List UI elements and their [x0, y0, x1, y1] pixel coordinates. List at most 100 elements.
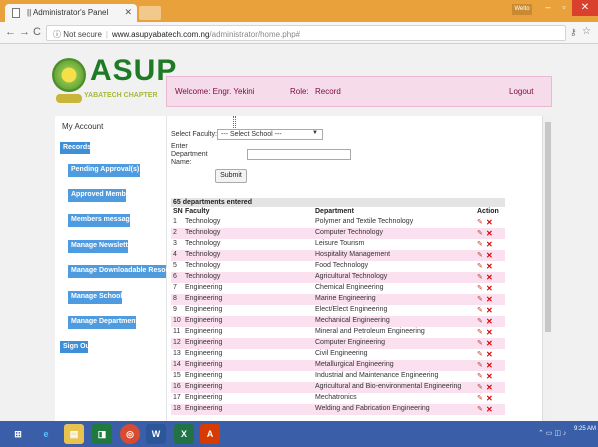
delete-x-icon[interactable]: ✕ — [486, 383, 493, 392]
delete-x-icon[interactable]: ✕ — [486, 284, 493, 293]
window-close-icon[interactable]: ✕ — [572, 0, 598, 16]
new-tab-button[interactable] — [139, 6, 161, 20]
edit-pencil-icon[interactable]: ✎ — [477, 394, 483, 402]
url-field[interactable]: ⓘ Not secure | www.asupyabatech.com.ng/adm… — [46, 25, 566, 41]
asup-logo[interactable]: ASUP YABATECH CHAPTER — [48, 54, 176, 109]
row-sn: 2 — [173, 229, 177, 236]
row-sn: 6 — [173, 273, 177, 280]
faculty-select[interactable]: --- Select School --- ▼ — [217, 129, 323, 140]
sidebar-sign-out[interactable]: Sign Out — [60, 341, 92, 353]
delete-x-icon[interactable]: ✕ — [486, 240, 493, 249]
excel-icon[interactable]: X — [174, 424, 194, 444]
scrollbar-thumb[interactable] — [545, 122, 551, 332]
maximize-icon[interactable]: ▫ — [556, 2, 572, 12]
document-icon — [12, 8, 20, 18]
edit-pencil-icon[interactable]: ✎ — [477, 405, 483, 413]
edit-pencil-icon[interactable]: ✎ — [477, 273, 483, 281]
sidebar-item-manage-departments[interactable]: Manage Departments — [68, 316, 142, 329]
row-faculty: Engineering — [185, 405, 223, 412]
browser-tab[interactable]: || Administrator's Panel ✕ — [5, 4, 137, 22]
edit-pencil-icon[interactable]: ✎ — [477, 229, 483, 237]
info-icon[interactable]: ⓘ — [53, 30, 63, 39]
delete-x-icon[interactable]: ✕ — [486, 405, 493, 414]
file-explorer-icon[interactable]: ▤ — [64, 424, 84, 444]
table-row: 6 Technology Agricultural Technology ✎ ✕ — [171, 272, 505, 283]
sidebar-item-approved-members[interactable]: Approved Members — [68, 189, 136, 202]
edit-pencil-icon[interactable]: ✎ — [477, 295, 483, 303]
department-name-input[interactable] — [247, 149, 351, 160]
logout-link[interactable]: Logout — [509, 87, 533, 96]
row-department: Elect/Elect Engineering — [315, 306, 388, 313]
column-sn: SN — [173, 208, 183, 215]
delete-x-icon[interactable]: ✕ — [486, 262, 493, 271]
word-icon[interactable]: W — [146, 424, 166, 444]
delete-x-icon[interactable]: ✕ — [486, 218, 493, 227]
sidebar-item-manage-downloadable-resources[interactable]: Manage Downloadable Resources — [68, 265, 184, 278]
table-row: 11 Engineering Mineral and Petroleum Eng… — [171, 327, 505, 338]
chrome-icon[interactable]: ◎ — [120, 424, 140, 444]
internet-explorer-icon[interactable]: e — [36, 424, 56, 444]
sidebar-records[interactable]: Records — [60, 142, 91, 154]
security-status: Not secure — [63, 30, 102, 39]
delete-x-icon[interactable]: ✕ — [486, 394, 493, 403]
row-sn: 7 — [173, 284, 177, 291]
acrobat-icon[interactable]: A — [200, 424, 220, 444]
green-app-icon[interactable]: ◨ — [92, 424, 112, 444]
sidebar-item-manage-newsletter[interactable]: Manage Newsletter — [68, 240, 134, 253]
profile-badge[interactable]: Welto — [512, 4, 532, 15]
faculty-label: Select Faculty: — [171, 131, 217, 138]
edit-pencil-icon[interactable]: ✎ — [477, 262, 483, 270]
role-value: Record — [315, 87, 341, 96]
edit-pencil-icon[interactable]: ✎ — [477, 350, 483, 358]
row-faculty: Engineering — [185, 350, 223, 357]
delete-x-icon[interactable]: ✕ — [486, 350, 493, 359]
key-icon[interactable]: ⚷ — [570, 27, 577, 38]
windows-start-icon[interactable]: ⊞ — [8, 424, 28, 444]
delete-x-icon[interactable]: ✕ — [486, 339, 493, 348]
edit-pencil-icon[interactable]: ✎ — [477, 372, 483, 380]
close-tab-icon[interactable]: ✕ — [124, 7, 132, 18]
forward-arrow-icon[interactable]: → — [19, 26, 30, 38]
faculty-select-value: --- Select School --- — [221, 131, 282, 138]
departments-count: 65 departments entered — [171, 198, 505, 207]
sidebar-item-members-messages[interactable]: Members messages — [68, 214, 138, 227]
sidebar-item-pending-approvals[interactable]: Pending Approval(s) — [68, 164, 140, 177]
delete-x-icon[interactable]: ✕ — [486, 229, 493, 238]
edit-pencil-icon[interactable]: ✎ — [477, 240, 483, 248]
edit-pencil-icon[interactable]: ✎ — [477, 361, 483, 369]
table-row: 14 Engineering Metallurgical Engineering… — [171, 360, 505, 371]
submit-button[interactable]: Submit — [215, 169, 247, 183]
table-row: 9 Engineering Elect/Elect Engineering ✎ … — [171, 305, 505, 316]
edit-pencil-icon[interactable]: ✎ — [477, 328, 483, 336]
edit-pencil-icon[interactable]: ✎ — [477, 251, 483, 259]
bookmark-star-icon[interactable]: ☆ — [582, 26, 591, 37]
edit-pencil-icon[interactable]: ✎ — [477, 317, 483, 325]
row-department: Mineral and Petroleum Engineering — [315, 328, 425, 335]
delete-x-icon[interactable]: ✕ — [486, 273, 493, 282]
clock[interactable]: 9:25 AM — [574, 425, 596, 434]
delete-x-icon[interactable]: ✕ — [486, 295, 493, 304]
edit-pencil-icon[interactable]: ✎ — [477, 284, 483, 292]
edit-pencil-icon[interactable]: ✎ — [477, 218, 483, 226]
edit-pencil-icon[interactable]: ✎ — [477, 306, 483, 314]
delete-x-icon[interactable]: ✕ — [486, 328, 493, 337]
row-faculty: Technology — [185, 240, 221, 247]
back-arrow-icon[interactable]: ← — [5, 26, 16, 38]
delete-x-icon[interactable]: ✕ — [486, 251, 493, 260]
system-tray-icons[interactable]: ⌃ ▭ ◫ ♪ — [538, 429, 566, 437]
main-content: Select Faculty: --- Select School --- ▼ … — [167, 116, 542, 421]
minimize-icon[interactable]: – — [540, 2, 556, 12]
sidebar-item-manage-schools[interactable]: Manage Schools — [68, 291, 126, 304]
delete-x-icon[interactable]: ✕ — [486, 361, 493, 370]
row-department: Welding and Fabrication Engineering — [315, 405, 430, 412]
welcome-text: Welcome: Engr. Yekini — [175, 87, 255, 96]
column-department: Department — [315, 208, 354, 215]
delete-x-icon[interactable]: ✕ — [486, 372, 493, 381]
edit-pencil-icon[interactable]: ✎ — [477, 383, 483, 391]
delete-x-icon[interactable]: ✕ — [486, 317, 493, 326]
page-scrollbar[interactable] — [542, 116, 552, 421]
row-department: Polymer and Textile Technology — [315, 218, 414, 225]
edit-pencil-icon[interactable]: ✎ — [477, 339, 483, 347]
reload-icon[interactable]: C — [33, 26, 41, 38]
delete-x-icon[interactable]: ✕ — [486, 306, 493, 315]
